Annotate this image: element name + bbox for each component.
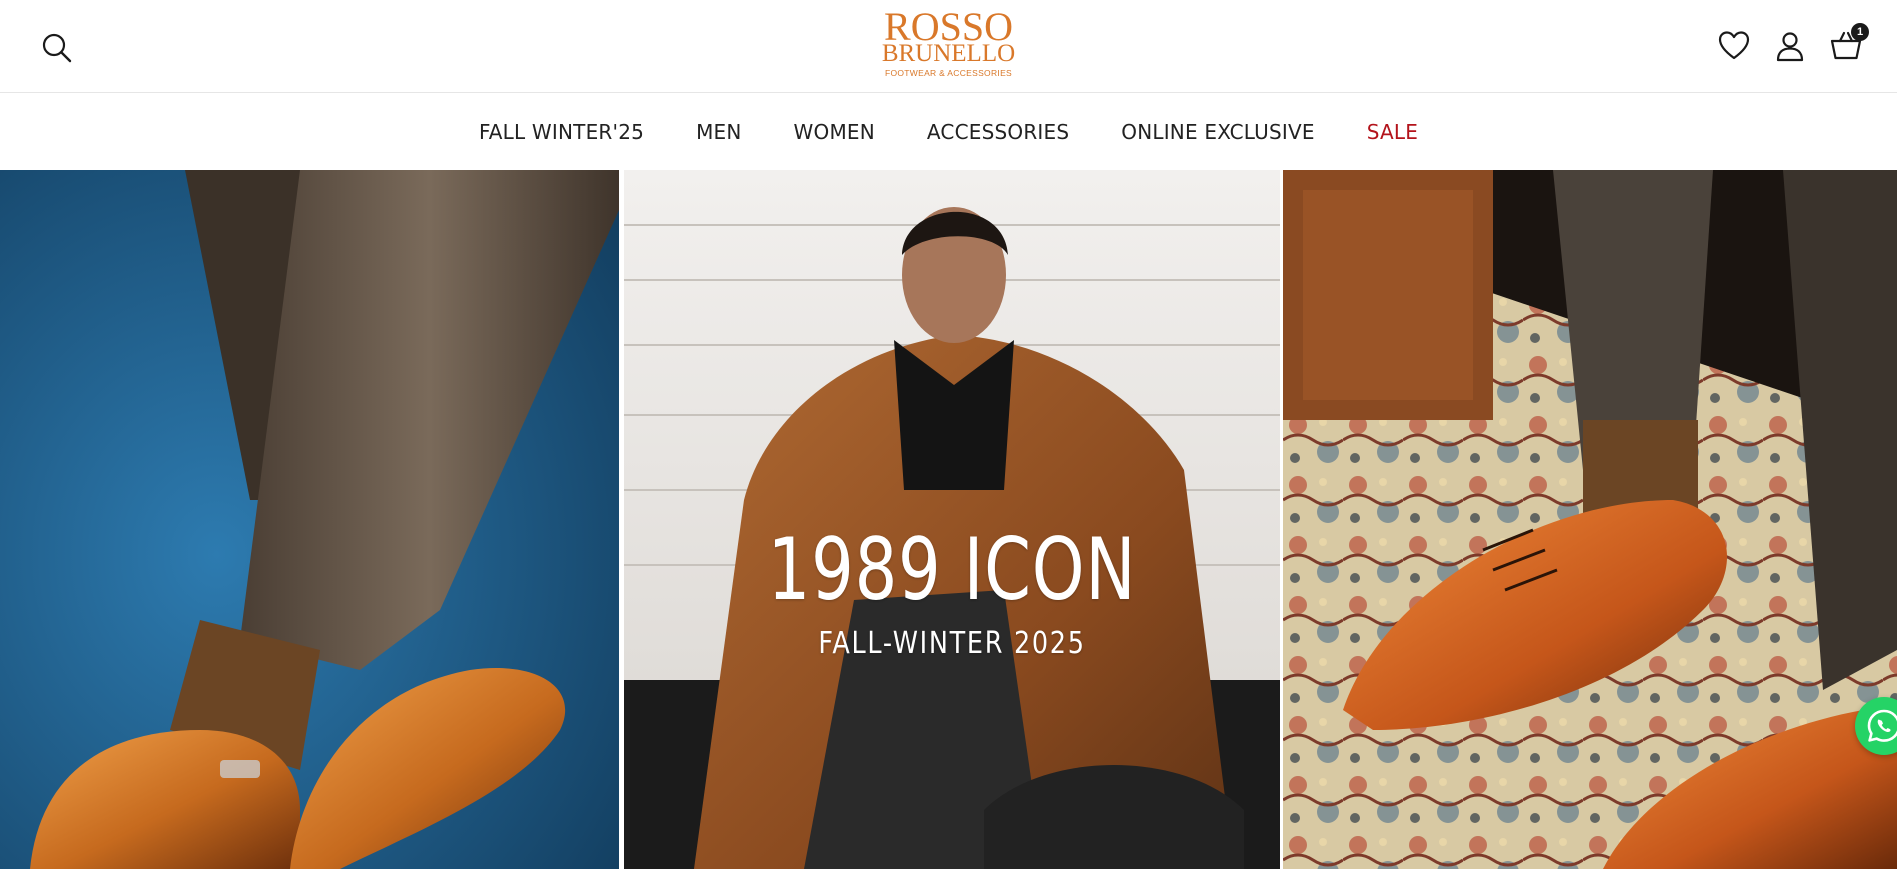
whatsapp-icon [1867,709,1897,742]
logo-line1: ROSSO [884,4,1013,49]
hero-image-right[interactable] [1283,170,1897,869]
heart-icon[interactable] [1717,29,1751,63]
header-actions: 1 [1717,23,1869,66]
user-icon[interactable] [1773,29,1807,63]
search-icon[interactable] [40,31,74,65]
nav-item-online-exclusive[interactable]: ONLINE EXCLUSIVE [1121,120,1314,144]
nav-item-women[interactable]: WOMEN [794,120,875,144]
hero-image-center[interactable]: 1989 ICON FALL-WINTER 2025 [624,170,1280,869]
hero-banner[interactable]: 1989 ICON FALL-WINTER 2025 [0,170,1897,869]
nav-item-accessories[interactable]: ACCESSORIES [927,120,1069,144]
site-header: ROSSO BRUNELLO FOOTWEAR & ACCESSORIES 1 [0,0,1897,93]
nav-item-sale[interactable]: SALE [1367,120,1418,144]
main-nav: FALL WINTER'25 MEN WOMEN ACCESSORIES ONL… [0,93,1897,170]
hero-title: 1989 ICON [767,520,1137,620]
cart-count-badge: 1 [1851,23,1869,41]
logo-line2: BRUNELLO [881,40,1016,67]
nav-item-men[interactable]: MEN [696,120,741,144]
basket-icon[interactable]: 1 [1829,23,1869,63]
hero-subtitle: FALL-WINTER 2025 [818,626,1086,661]
nav-item-fall-winter-25[interactable]: FALL WINTER'25 [479,120,644,144]
brand-logo[interactable]: ROSSO BRUNELLO FOOTWEAR & ACCESSORIES [839,4,1059,79]
logo-tagline: FOOTWEAR & ACCESSORIES [884,68,1013,78]
hero-image-left[interactable] [0,170,619,869]
